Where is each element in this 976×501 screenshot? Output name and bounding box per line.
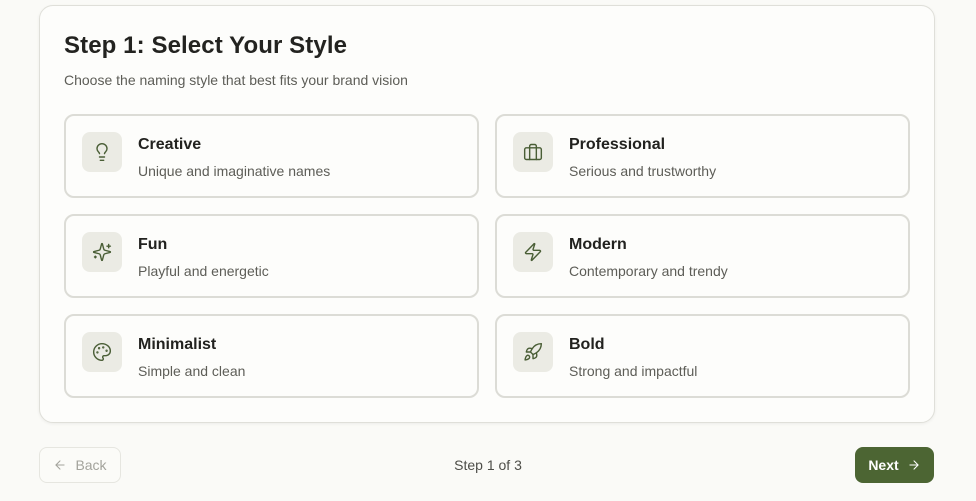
style-option-label: Bold xyxy=(569,336,605,353)
arrow-right-icon xyxy=(909,460,919,470)
lightbulb-icon xyxy=(82,132,122,172)
zap-icon xyxy=(513,232,553,272)
style-option-professional[interactable]: Professional Serious and trustworthy xyxy=(495,114,910,198)
next-button-label: Next xyxy=(868,457,899,473)
style-option-description: Playful and energetic xyxy=(138,263,269,279)
briefcase-icon xyxy=(513,132,553,172)
style-option-creative[interactable]: Creative Unique and imaginative names xyxy=(64,114,479,198)
style-option-fun[interactable]: Fun Playful and energetic xyxy=(64,214,479,298)
sparkles-icon xyxy=(82,232,122,272)
style-selection-card: Step 1: Select Your Style Choose the nam… xyxy=(39,5,935,423)
style-option-description: Strong and impactful xyxy=(569,363,698,379)
style-option-description: Simple and clean xyxy=(138,363,246,379)
style-option-minimalist[interactable]: Minimalist Simple and clean xyxy=(64,314,479,398)
next-button[interactable]: Next xyxy=(855,447,934,483)
style-option-description: Unique and imaginative names xyxy=(138,163,331,179)
style-option-label: Creative xyxy=(138,136,202,153)
page-subtitle: Choose the naming style that best fits y… xyxy=(64,72,408,88)
style-option-label: Professional xyxy=(569,136,666,153)
style-option-description: Contemporary and trendy xyxy=(569,263,728,279)
style-option-modern[interactable]: Modern Contemporary and trendy xyxy=(495,214,910,298)
style-options-grid: Creative Unique and imaginative names Pr… xyxy=(64,114,910,398)
style-option-label: Modern xyxy=(569,236,627,253)
palette-icon xyxy=(82,332,122,372)
style-option-description: Serious and trustworthy xyxy=(569,163,717,179)
rocket-icon xyxy=(513,332,553,372)
style-option-bold[interactable]: Bold Strong and impactful xyxy=(495,314,910,398)
style-option-label: Minimalist xyxy=(138,336,217,353)
step-indicator: Step 1 of 3 xyxy=(454,457,522,473)
page-title: Step 1: Select Your Style xyxy=(64,32,348,59)
style-option-label: Fun xyxy=(138,236,168,253)
